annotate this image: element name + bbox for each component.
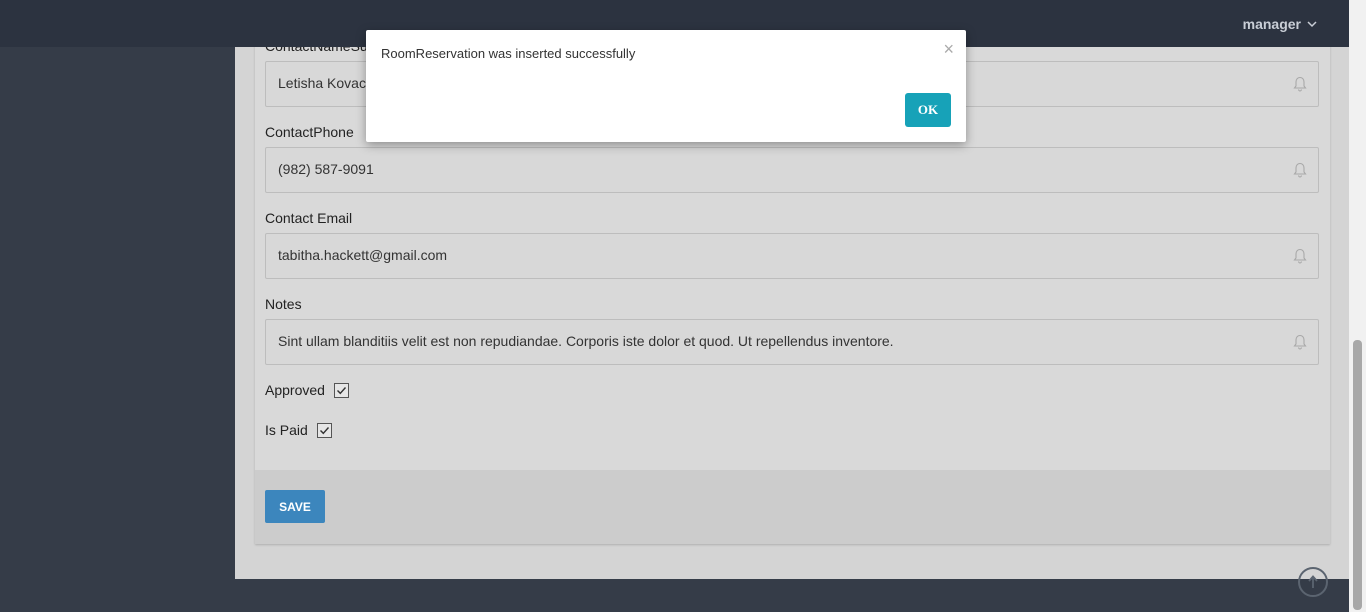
form-footer: SAVE bbox=[255, 470, 1330, 544]
page-scrollbar[interactable] bbox=[1349, 0, 1366, 612]
contact-phone-label: ContactPhone bbox=[265, 124, 354, 140]
contact-phone-field[interactable]: (982) 587-9091 bbox=[265, 147, 1319, 193]
user-name: manager bbox=[1242, 16, 1301, 32]
bell-icon bbox=[1293, 248, 1307, 264]
approved-label: Approved bbox=[265, 382, 325, 398]
user-menu[interactable]: manager bbox=[1243, 16, 1317, 32]
contact-phone-value: (982) 587-9091 bbox=[278, 161, 374, 177]
dialog-message: RoomReservation was inserted successfull… bbox=[381, 46, 636, 61]
contact-email-label: Contact Email bbox=[265, 210, 353, 226]
ok-button[interactable]: OK bbox=[905, 93, 951, 127]
contact-email-value: tabitha.hackett@gmail.com bbox=[278, 247, 448, 263]
contact-name-value: Letisha Kovac bbox=[278, 75, 366, 91]
is-paid-checkbox[interactable] bbox=[316, 422, 332, 438]
notes-label: Notes bbox=[265, 296, 302, 312]
bell-icon bbox=[1293, 334, 1307, 350]
bell-icon bbox=[1293, 162, 1307, 178]
is-paid-row: Is Paid bbox=[265, 422, 332, 438]
scroll-to-top-button[interactable] bbox=[1298, 567, 1328, 597]
contact-email-field[interactable]: tabitha.hackett@gmail.com bbox=[265, 233, 1319, 279]
check-icon bbox=[336, 386, 346, 394]
save-button[interactable]: SAVE bbox=[265, 490, 325, 523]
is-paid-label: Is Paid bbox=[265, 422, 308, 438]
check-icon bbox=[319, 426, 329, 434]
approved-checkbox[interactable] bbox=[333, 382, 349, 398]
bell-icon bbox=[1293, 76, 1307, 92]
chevron-down-icon bbox=[1307, 21, 1317, 28]
close-icon[interactable]: × bbox=[943, 40, 954, 58]
scrollbar-thumb[interactable] bbox=[1353, 340, 1362, 610]
success-dialog: RoomReservation was inserted successfull… bbox=[366, 30, 966, 142]
notes-field[interactable]: Sint ullam blanditiis velit est non repu… bbox=[265, 319, 1319, 365]
arrow-up-icon bbox=[1308, 575, 1318, 588]
notes-value: Sint ullam blanditiis velit est non repu… bbox=[278, 333, 894, 349]
approved-row: Approved bbox=[265, 382, 349, 398]
